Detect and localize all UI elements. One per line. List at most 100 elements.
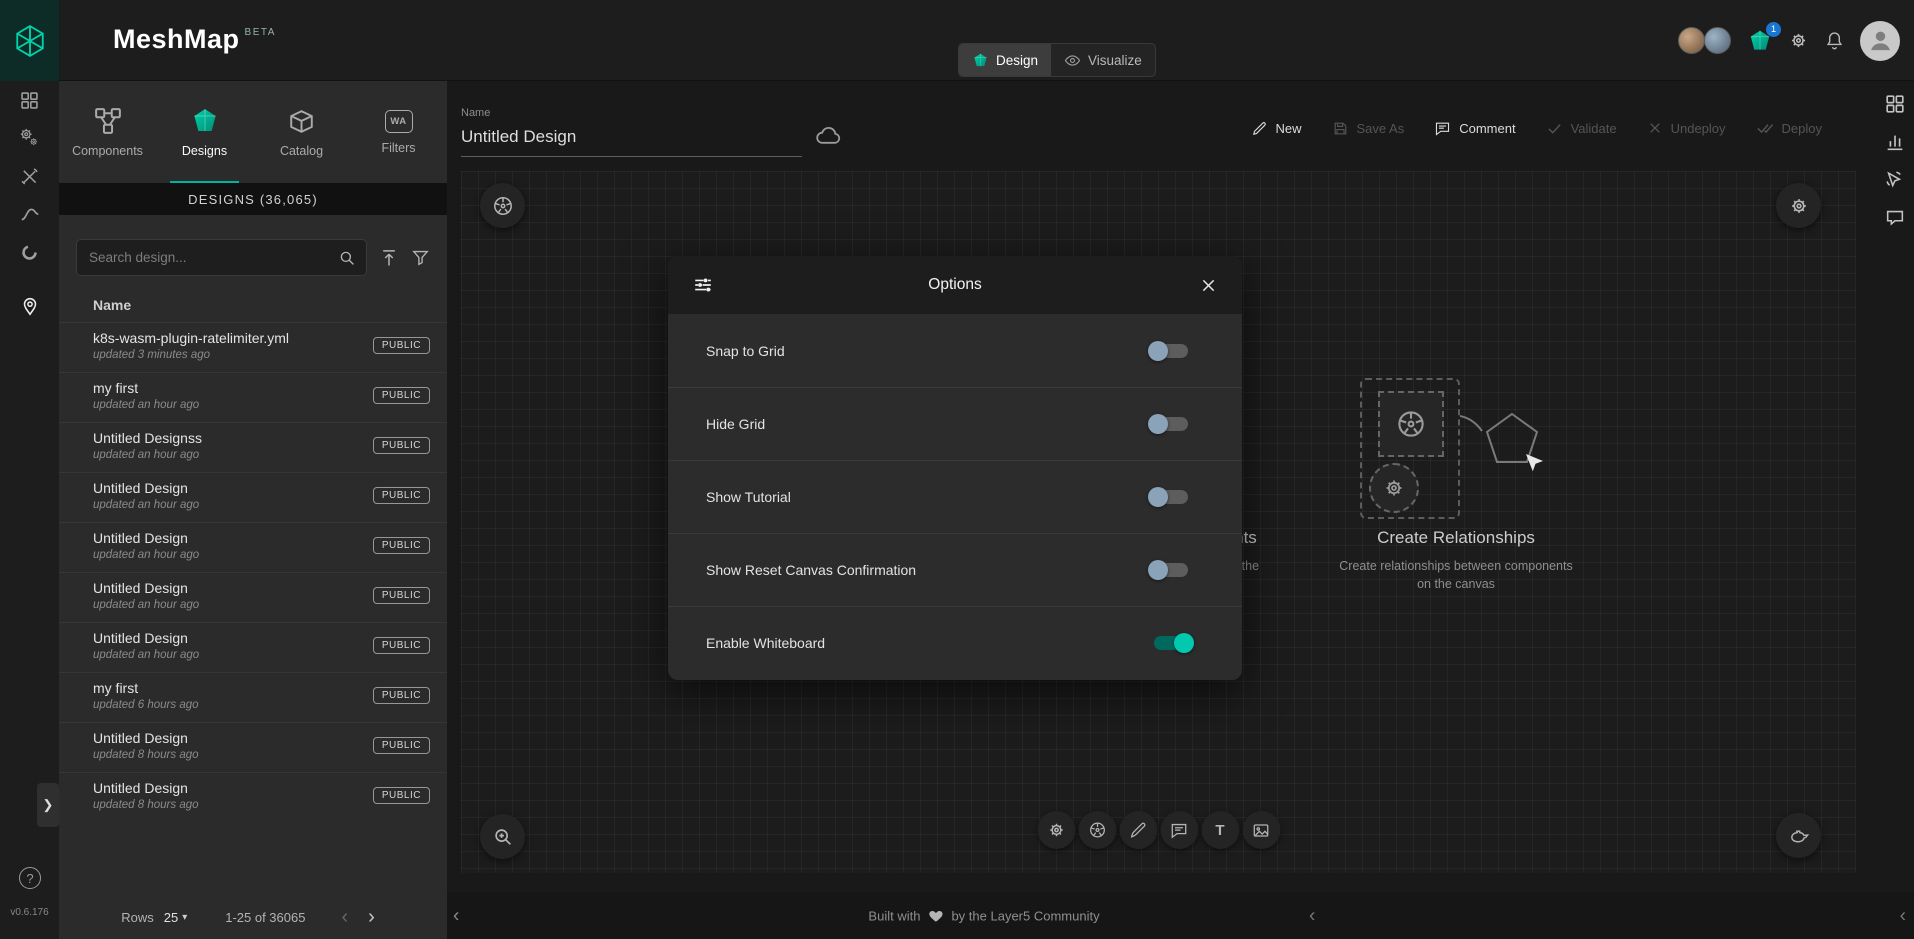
action-label: New (1276, 121, 1302, 136)
kubernetes-icon (491, 194, 515, 218)
tab-label: Components (72, 144, 143, 158)
design-name: Untitled Design (93, 730, 352, 746)
dock-text-button[interactable]: T (1201, 811, 1239, 849)
account-avatar[interactable] (1860, 21, 1900, 61)
tab-filters[interactable]: WA Filters (350, 81, 447, 183)
footer-text-suffix: by the Layer5 Community (951, 908, 1099, 923)
tutorial-create-relationships: Create Relationships Create relationship… (1306, 378, 1606, 593)
design-list-item[interactable]: Untitled Designss updated an hour ago PU… (59, 422, 447, 472)
tab-designs[interactable]: Designs (156, 81, 253, 183)
rail-item-lifecycle[interactable] (0, 119, 59, 157)
rail-item-kanvas[interactable] (0, 287, 59, 325)
search-input[interactable] (89, 250, 338, 265)
footer-collapse-mid-icon[interactable]: ‹ (1309, 906, 1315, 925)
tab-components[interactable]: Components (59, 81, 156, 183)
design-updated: updated an hour ago (93, 649, 352, 661)
new-button[interactable]: New (1251, 119, 1302, 137)
chart-icon[interactable] (1884, 131, 1906, 153)
design-list-item[interactable]: k8s-wasm-plugin-ratelimiter.yml updated … (59, 322, 447, 372)
option-toggle[interactable] (1148, 631, 1194, 655)
components-icon (93, 106, 123, 136)
option-toggle[interactable] (1148, 558, 1194, 582)
double-check-icon (1756, 119, 1774, 137)
dock-media-button[interactable] (1242, 811, 1280, 849)
footer-collapse-right-icon[interactable]: ‹ (1900, 906, 1906, 925)
action-label: Deploy (1782, 121, 1822, 136)
design-list-item[interactable]: Untitled Design updated an hour ago PUBL… (59, 472, 447, 522)
option-row: Enable Whiteboard (668, 606, 1242, 679)
design-list-item[interactable]: Untitled Design updated 8 hours ago PUBL… (59, 772, 447, 822)
design-list-item[interactable]: Untitled Design updated an hour ago PUBL… (59, 572, 447, 622)
tab-catalog[interactable]: Catalog (253, 81, 350, 183)
undeploy-button[interactable]: Undeploy (1647, 119, 1726, 137)
canvas-settings-button[interactable] (1776, 183, 1821, 228)
chat-icon[interactable] (1884, 207, 1906, 229)
collaborator-avatar[interactable] (1678, 27, 1705, 54)
tab-design-mode[interactable]: Design (959, 44, 1051, 76)
visualize-mode-label: Visualize (1088, 53, 1142, 68)
page-size-select[interactable]: 25 ▾ (164, 910, 188, 925)
location-pin-icon (19, 295, 41, 317)
meshery-extension-button[interactable]: 1 (1746, 27, 1773, 54)
settings-gear-icon[interactable] (1788, 30, 1809, 51)
notification-count-badge: 1 (1766, 22, 1781, 37)
design-mode-icon (972, 52, 989, 69)
design-updated: updated an hour ago (93, 549, 352, 561)
search-icon[interactable] (338, 249, 356, 267)
footer-collapse-left-icon[interactable]: ‹ (453, 906, 459, 925)
kubernetes-context-button[interactable] (480, 183, 525, 228)
dock-tools-button[interactable] (1037, 811, 1075, 849)
design-list-item[interactable]: Untitled Design updated 8 hours ago PUBL… (59, 722, 447, 772)
filter-icon[interactable] (411, 248, 430, 267)
design-list-item[interactable]: Untitled Design updated an hour ago PUBL… (59, 622, 447, 672)
dock-kubernetes-button[interactable] (1078, 811, 1116, 849)
dock-comment-button[interactable] (1160, 811, 1198, 849)
rail-item-performance[interactable] (0, 195, 59, 233)
visualize-mode-icon (1064, 52, 1081, 69)
upload-icon[interactable] (379, 248, 399, 268)
design-list-item[interactable]: my first updated 6 hours ago PUBLIC (59, 672, 447, 722)
app-title: MeshMap BETA (113, 24, 276, 55)
option-toggle[interactable] (1148, 412, 1194, 436)
cloud-sync-icon (815, 122, 842, 149)
validate-button[interactable]: Validate (1546, 119, 1617, 137)
component-icon (1369, 463, 1419, 513)
search-box[interactable] (76, 239, 367, 276)
comment-button[interactable]: Comment (1434, 119, 1515, 137)
zoom-button[interactable] (480, 814, 525, 859)
collaborator-avatar[interactable] (1704, 27, 1731, 54)
design-name-input[interactable] (461, 124, 802, 157)
design-list-item[interactable]: my first updated an hour ago PUBLIC (59, 372, 447, 422)
design-updated: updated 8 hours ago (93, 799, 352, 811)
design-name: my first (93, 680, 352, 696)
design-visibility-badge: PUBLIC (373, 487, 430, 504)
rail-expand-handle[interactable]: ❯ (37, 783, 59, 827)
close-icon[interactable] (1199, 276, 1218, 295)
components-grid-icon[interactable] (1884, 93, 1906, 115)
next-page-button[interactable]: › (358, 907, 385, 927)
dock-draw-button[interactable] (1119, 811, 1157, 849)
rail-item-configuration[interactable] (0, 157, 59, 195)
design-name-label: Name (461, 107, 802, 119)
mode-switcher: Design Visualize (958, 43, 1156, 77)
prev-page-button[interactable]: ‹ (331, 907, 358, 927)
gesture-pointer-icon[interactable] (1884, 169, 1906, 191)
option-row: Hide Grid (668, 387, 1242, 460)
design-list-item[interactable]: Untitled Design updated an hour ago PUBL… (59, 522, 447, 572)
deploy-button[interactable]: Deploy (1756, 119, 1822, 137)
help-button[interactable]: ? (19, 867, 41, 889)
genie-lamp-button[interactable] (1776, 813, 1821, 858)
save-as-button[interactable]: Save As (1332, 119, 1405, 137)
design-updated: updated 8 hours ago (93, 749, 352, 761)
design-actions: New Save As Comment Validate Undeploy De… (1251, 119, 1823, 137)
layer5-logo-button[interactable] (0, 0, 59, 81)
notifications-bell-icon[interactable] (1824, 30, 1845, 51)
tab-visualize-mode[interactable]: Visualize (1051, 44, 1155, 76)
option-toggle[interactable] (1148, 485, 1194, 509)
app-name: MeshMap (113, 24, 240, 55)
design-name: k8s-wasm-plugin-ratelimiter.yml (93, 330, 352, 346)
option-toggle[interactable] (1148, 339, 1194, 363)
rail-item-dashboard[interactable] (0, 81, 59, 119)
rail-item-extensions[interactable] (0, 233, 59, 271)
save-icon (1332, 120, 1349, 137)
